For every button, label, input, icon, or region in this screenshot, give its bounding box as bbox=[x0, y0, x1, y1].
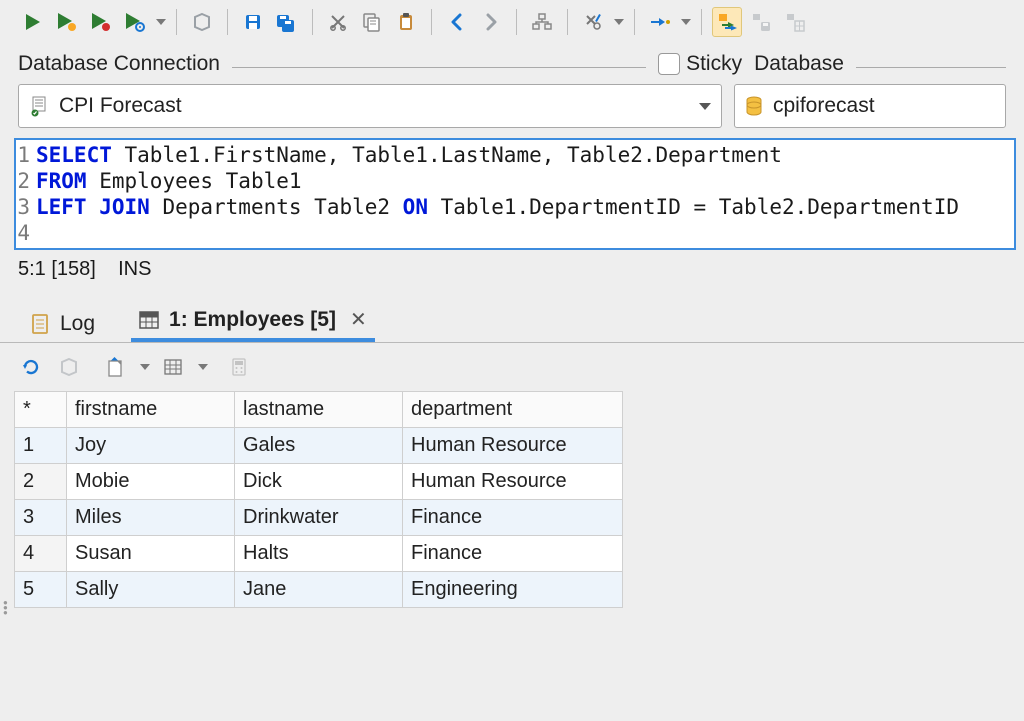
db-connection-icon bbox=[29, 95, 49, 117]
export-save-button[interactable] bbox=[746, 7, 776, 37]
results-toolbar bbox=[0, 343, 1024, 391]
cell-lastname[interactable]: Gales bbox=[235, 428, 403, 464]
table-row[interactable]: 3MilesDrinkwaterFinance bbox=[15, 500, 623, 536]
cell-firstname[interactable]: Mobie bbox=[67, 464, 235, 500]
copy-button[interactable] bbox=[357, 7, 387, 37]
table-row[interactable]: 4SusanHaltsFinance bbox=[15, 536, 623, 572]
resize-handle-icon[interactable]: ●●● bbox=[3, 600, 8, 615]
next-button[interactable] bbox=[476, 7, 506, 37]
row-number[interactable]: 4 bbox=[15, 536, 67, 572]
run-with-config-button[interactable] bbox=[120, 7, 150, 37]
save-button[interactable] bbox=[238, 7, 268, 37]
cell-firstname[interactable]: Sally bbox=[67, 572, 235, 608]
save-as-button[interactable] bbox=[272, 7, 302, 37]
export-table-button[interactable] bbox=[780, 7, 810, 37]
calculator-button[interactable] bbox=[224, 352, 254, 382]
editor-line[interactable]: 3LEFT JOIN Departments Table2 ON Table1.… bbox=[16, 194, 1008, 220]
table-row[interactable]: 2MobieDickHuman Resource bbox=[15, 464, 623, 500]
stop-button[interactable] bbox=[187, 7, 217, 37]
editor-status: 5:1 [158] INS bbox=[0, 254, 1024, 287]
cell-firstname[interactable]: Miles bbox=[67, 500, 235, 536]
table-header-row: *firstnamelastnamedepartment bbox=[15, 392, 623, 428]
tab-results-label: 1: Employees [5] bbox=[169, 308, 336, 332]
column-header[interactable]: lastname bbox=[235, 392, 403, 428]
result-tabs: Log 1: Employees [5] ✕ bbox=[0, 287, 1024, 343]
export-results-button[interactable] bbox=[100, 352, 130, 382]
row-number[interactable]: 1 bbox=[15, 428, 67, 464]
import-dropdown-icon[interactable] bbox=[681, 19, 691, 25]
main-toolbar bbox=[0, 0, 1024, 46]
results-grid-wrap: *firstnamelastnamedepartment1JoyGalesHum… bbox=[0, 391, 1024, 608]
cell-lastname[interactable]: Dick bbox=[235, 464, 403, 500]
database-label: Database bbox=[754, 52, 844, 76]
code-content[interactable]: SELECT Table1.FirstName, Table1.LastName… bbox=[36, 142, 782, 168]
table-row[interactable]: 5SallyJaneEngineering bbox=[15, 572, 623, 608]
code-content[interactable]: LEFT JOIN Departments Table2 ON Table1.D… bbox=[36, 194, 959, 220]
cell-department[interactable]: Human Resource bbox=[403, 428, 623, 464]
row-marker-header[interactable]: * bbox=[15, 392, 67, 428]
legend-row: Database Connection Sticky Database bbox=[0, 46, 1024, 84]
cell-department[interactable]: Human Resource bbox=[403, 464, 623, 500]
export-dropdown-icon[interactable] bbox=[140, 364, 150, 370]
line-number: 1 bbox=[16, 142, 36, 168]
run-button[interactable] bbox=[18, 7, 48, 37]
column-header[interactable]: firstname bbox=[67, 392, 235, 428]
database-dropdown[interactable]: cpiforecast bbox=[734, 84, 1006, 128]
export-active-button[interactable] bbox=[712, 7, 742, 37]
checkbox-icon[interactable] bbox=[658, 53, 680, 75]
refresh-button[interactable] bbox=[16, 352, 46, 382]
grid-view-button[interactable] bbox=[158, 352, 188, 382]
row-number[interactable]: 3 bbox=[15, 500, 67, 536]
cell-lastname[interactable]: Jane bbox=[235, 572, 403, 608]
import-button[interactable] bbox=[645, 7, 675, 37]
tab-log-label: Log bbox=[60, 312, 95, 336]
column-header[interactable]: department bbox=[403, 392, 623, 428]
sql-editor[interactable]: 1SELECT Table1.FirstName, Table1.LastNam… bbox=[14, 138, 1016, 250]
chevron-down-icon bbox=[699, 103, 711, 110]
connection-dropdown[interactable]: CPI Forecast bbox=[18, 84, 722, 128]
cell-department[interactable]: Finance bbox=[403, 536, 623, 572]
paste-button[interactable] bbox=[391, 7, 421, 37]
log-icon bbox=[30, 313, 50, 335]
sticky-label: Sticky bbox=[686, 52, 742, 76]
database-selected: cpiforecast bbox=[773, 94, 995, 118]
grid-dropdown-icon[interactable] bbox=[198, 364, 208, 370]
row-number[interactable]: 2 bbox=[15, 464, 67, 500]
table-row[interactable]: 1JoyGalesHuman Resource bbox=[15, 428, 623, 464]
cancel-refresh-button[interactable] bbox=[54, 352, 84, 382]
results-grid[interactable]: *firstnamelastnamedepartment1JoyGalesHum… bbox=[14, 391, 623, 608]
tools-button[interactable] bbox=[578, 7, 608, 37]
connection-label: Database Connection bbox=[18, 52, 220, 76]
database-icon bbox=[745, 96, 763, 116]
edit-mode: INS bbox=[118, 258, 151, 280]
line-number: 4 bbox=[16, 220, 36, 246]
cell-department[interactable]: Engineering bbox=[403, 572, 623, 608]
tab-results[interactable]: 1: Employees [5] ✕ bbox=[131, 303, 375, 342]
line-number: 2 bbox=[16, 168, 36, 194]
tools-dropdown-icon[interactable] bbox=[614, 19, 624, 25]
row-number[interactable]: 5 bbox=[15, 572, 67, 608]
close-icon[interactable]: ✕ bbox=[350, 307, 367, 332]
sticky-checkbox[interactable]: Sticky bbox=[658, 52, 742, 76]
prev-button[interactable] bbox=[442, 7, 472, 37]
editor-line[interactable]: 2FROM Employees Table1 bbox=[16, 168, 1008, 194]
run-with-options-button[interactable] bbox=[52, 7, 82, 37]
tab-log[interactable]: Log bbox=[22, 308, 103, 342]
cell-firstname[interactable]: Susan bbox=[67, 536, 235, 572]
code-content[interactable]: FROM Employees Table1 bbox=[36, 168, 302, 194]
cell-lastname[interactable]: Halts bbox=[235, 536, 403, 572]
cursor-position: 5:1 [158] bbox=[18, 258, 96, 280]
table-icon bbox=[139, 311, 159, 329]
schema-button[interactable] bbox=[527, 7, 557, 37]
run-with-stop-button[interactable] bbox=[86, 7, 116, 37]
cell-department[interactable]: Finance bbox=[403, 500, 623, 536]
run-dropdown-icon[interactable] bbox=[156, 19, 166, 25]
cell-firstname[interactable]: Joy bbox=[67, 428, 235, 464]
cut-button[interactable] bbox=[323, 7, 353, 37]
cell-lastname[interactable]: Drinkwater bbox=[235, 500, 403, 536]
line-number: 3 bbox=[16, 194, 36, 220]
connection-selected: CPI Forecast bbox=[59, 94, 689, 118]
editor-line[interactable]: 4 bbox=[16, 220, 1008, 246]
editor-line[interactable]: 1SELECT Table1.FirstName, Table1.LastNam… bbox=[16, 142, 1008, 168]
